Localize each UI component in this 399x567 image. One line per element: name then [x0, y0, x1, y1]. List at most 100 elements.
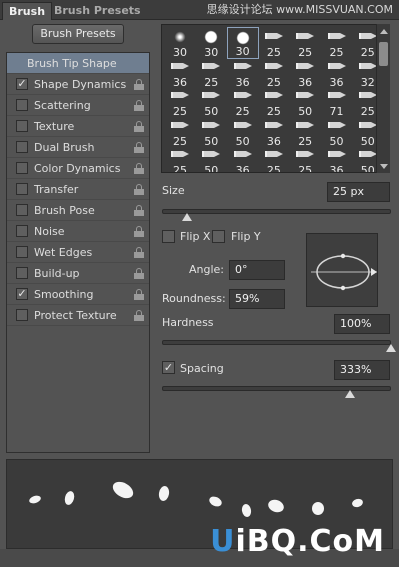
- setting-item-color-dynamics[interactable]: Color Dynamics: [7, 158, 149, 179]
- hardness-slider-track[interactable]: [162, 340, 391, 345]
- brush-tip-cell[interactable]: 36: [321, 57, 353, 89]
- brush-tip-cell[interactable]: 50: [321, 116, 353, 148]
- setting-checkbox[interactable]: [16, 246, 28, 258]
- setting-item-build-up[interactable]: Build-up: [7, 263, 149, 284]
- lock-icon[interactable]: [134, 184, 144, 195]
- scroll-up-arrow-icon[interactable]: [380, 29, 388, 34]
- brush-tip-cell[interactable]: 25: [321, 27, 353, 59]
- setting-item-shape-dynamics[interactable]: ✓ Shape Dynamics: [7, 74, 149, 95]
- lock-icon[interactable]: [134, 79, 144, 90]
- spacing-field[interactable]: 333%: [334, 360, 390, 380]
- setting-checkbox[interactable]: ✓: [16, 78, 28, 90]
- round-brush-icon: [204, 30, 218, 44]
- brush-tip-cell[interactable]: 25: [258, 86, 290, 118]
- textured-brush-icon: [202, 92, 221, 98]
- setting-checkbox[interactable]: [16, 267, 28, 279]
- brush-tip-cell[interactable]: 50: [289, 86, 321, 118]
- setting-label: Shape Dynamics: [34, 78, 127, 91]
- flip-x-checkbox[interactable]: [162, 230, 175, 243]
- brush-tip-cell[interactable]: 50: [195, 116, 227, 148]
- lock-icon[interactable]: [134, 310, 144, 321]
- lock-icon[interactable]: [134, 247, 144, 258]
- lock-icon[interactable]: [134, 226, 144, 237]
- textured-brush-icon: [296, 121, 315, 128]
- lock-icon[interactable]: [134, 289, 144, 300]
- lock-icon[interactable]: [134, 205, 144, 216]
- preview-dab: [266, 497, 286, 515]
- setting-item-dual-brush[interactable]: Dual Brush: [7, 137, 149, 158]
- site-logo: UiBQ.CoM: [210, 524, 385, 559]
- brush-tip-cell[interactable]: 36: [164, 57, 196, 89]
- setting-checkbox[interactable]: [16, 309, 28, 321]
- brush-tip-cell[interactable]: 25: [289, 145, 321, 172]
- hardness-slider-thumb[interactable]: [386, 344, 396, 352]
- preview-dab: [28, 494, 42, 505]
- setting-checkbox[interactable]: [16, 204, 28, 216]
- brush-tip-cell[interactable]: 50: [195, 145, 227, 172]
- brush-tip-cell[interactable]: 30: [195, 27, 227, 59]
- scroll-down-arrow-icon[interactable]: [380, 164, 388, 169]
- setting-item-wet-edges[interactable]: Wet Edges: [7, 242, 149, 263]
- brush-tip-cell[interactable]: 50: [227, 116, 259, 148]
- lock-icon[interactable]: [134, 268, 144, 279]
- lock-icon[interactable]: [134, 163, 144, 174]
- brush-tip-cell[interactable]: 30: [164, 27, 196, 59]
- brush-tip-cell[interactable]: 25: [258, 145, 290, 172]
- setting-item-texture[interactable]: Texture: [7, 116, 149, 137]
- setting-item-protect-texture[interactable]: Protect Texture: [7, 305, 149, 326]
- brush-tip-cell[interactable]: 36: [227, 145, 259, 172]
- brush-tip-cell[interactable]: 25: [289, 116, 321, 148]
- brush-tip-cell[interactable]: 25: [164, 145, 196, 172]
- spacing-slider-track[interactable]: [162, 386, 391, 391]
- setting-item-noise[interactable]: Noise: [7, 221, 149, 242]
- brush-tip-cell[interactable]: 36: [321, 145, 353, 172]
- textured-brush-icon: [233, 151, 252, 157]
- setting-item-brush-tip-shape[interactable]: Brush Tip Shape: [7, 53, 149, 74]
- size-slider-thumb[interactable]: [182, 213, 193, 221]
- brush-presets-button[interactable]: Brush Presets: [32, 24, 124, 44]
- angle-roundness-widget[interactable]: [306, 233, 378, 307]
- setting-item-smoothing[interactable]: ✓ Smoothing: [7, 284, 149, 305]
- setting-item-transfer[interactable]: Transfer: [7, 179, 149, 200]
- tab-brush[interactable]: Brush: [2, 2, 53, 20]
- setting-checkbox[interactable]: [16, 120, 28, 132]
- setting-checkbox[interactable]: ✓: [16, 288, 28, 300]
- setting-checkbox[interactable]: [16, 99, 28, 111]
- angle-field[interactable]: 0°: [229, 260, 285, 280]
- spacing-checkbox[interactable]: ✓: [162, 361, 175, 374]
- textured-brush-icon: [327, 33, 346, 39]
- brush-grid-scrollbar[interactable]: [376, 24, 390, 173]
- brush-tip-cell[interactable]: 25: [164, 116, 196, 148]
- brush-tip-cell[interactable]: 25: [227, 86, 259, 118]
- brush-tip-cell[interactable]: 50: [195, 86, 227, 118]
- preview-dab: [63, 490, 76, 506]
- brush-tip-cell[interactable]: 25: [289, 27, 321, 59]
- setting-item-scattering[interactable]: Scattering: [7, 95, 149, 116]
- roundness-field[interactable]: 59%: [229, 289, 285, 309]
- brush-tip-cell[interactable]: 36: [258, 116, 290, 148]
- brush-tip-cell[interactable]: 30: [226, 27, 259, 59]
- hardness-field[interactable]: 100%: [334, 314, 390, 334]
- setting-checkbox[interactable]: [16, 141, 28, 153]
- spacing-slider-thumb[interactable]: [344, 390, 355, 398]
- lock-icon[interactable]: [134, 121, 144, 132]
- flip-y-checkbox[interactable]: [212, 230, 225, 243]
- setting-checkbox[interactable]: [16, 225, 28, 237]
- brush-tip-cell[interactable]: 25: [195, 57, 227, 89]
- size-slider-track[interactable]: [162, 209, 391, 214]
- lock-icon[interactable]: [134, 142, 144, 153]
- size-field[interactable]: 25 px: [327, 182, 390, 202]
- textured-brush-icon: [327, 62, 346, 69]
- brush-tip-cell[interactable]: 25: [164, 86, 196, 118]
- tab-brush-presets[interactable]: Brush Presets: [48, 2, 147, 20]
- brush-tip-cell[interactable]: 36: [289, 57, 321, 89]
- lock-icon[interactable]: [134, 100, 144, 111]
- brush-tip-cell[interactable]: 71: [321, 86, 353, 118]
- setting-item-brush-pose[interactable]: Brush Pose: [7, 200, 149, 221]
- brush-tip-cell[interactable]: 36: [227, 57, 259, 89]
- brush-tip-cell[interactable]: 25: [258, 57, 290, 89]
- brush-tip-cell[interactable]: 25: [258, 27, 290, 59]
- scrollbar-thumb[interactable]: [379, 42, 388, 66]
- setting-checkbox[interactable]: [16, 183, 28, 195]
- setting-checkbox[interactable]: [16, 162, 28, 174]
